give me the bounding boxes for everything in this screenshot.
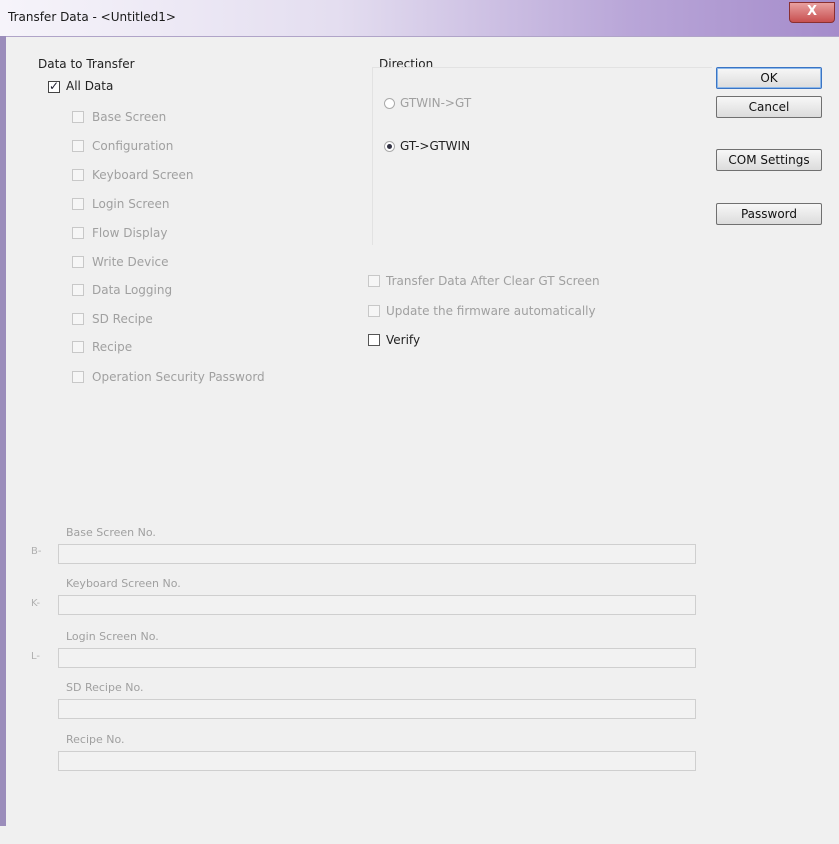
keyboard-screen-no-label: Keyboard Screen No. [66, 577, 181, 590]
update-firmware-label: Update the firmware automatically [386, 304, 596, 318]
gt-to-gtwin-radio[interactable] [384, 141, 395, 152]
verify-label: Verify [386, 333, 421, 347]
sd-recipe-checkbox[interactable] [72, 313, 84, 325]
flow-display-checkbox[interactable] [72, 227, 84, 239]
login-screen-no-label: Login Screen No. [66, 630, 159, 643]
base-screen-no-label: Base Screen No. [66, 526, 156, 539]
base-screen-checkbox[interactable] [72, 111, 84, 123]
base-screen-no-field[interactable] [58, 544, 696, 564]
login-screen-no-field[interactable] [58, 648, 696, 668]
recipe-no-label: Recipe No. [66, 733, 125, 746]
sd-recipe-label: SD Recipe [92, 312, 153, 326]
direction-label: Direction [379, 57, 434, 71]
direction-group-border [372, 67, 373, 245]
gtwin-to-gt-label: GTWIN->GT [400, 96, 472, 110]
login-screen-label: Login Screen [92, 197, 170, 211]
sd-recipe-no-field[interactable] [58, 699, 696, 719]
update-firmware-checkbox[interactable] [368, 305, 380, 317]
gt-to-gtwin-label: GT->GTWIN [400, 139, 471, 153]
dialog-client-area: Data to Transfer All Data Base Screen Co… [6, 37, 839, 827]
recipe-label: Recipe [92, 340, 133, 354]
configuration-checkbox[interactable] [72, 140, 84, 152]
clear-screen-label: Transfer Data After Clear GT Screen [386, 274, 600, 288]
direction-group-top-border [372, 67, 712, 68]
com-settings-button[interactable]: COM Settings [716, 149, 822, 171]
close-button[interactable]: X [789, 2, 835, 23]
password-button[interactable]: Password [716, 203, 822, 225]
keyboard-screen-prefix: K- [31, 598, 41, 609]
keyboard-screen-checkbox[interactable] [72, 169, 84, 181]
gtwin-to-gt-radio[interactable] [384, 98, 395, 109]
configuration-label: Configuration [92, 139, 174, 153]
data-logging-label: Data Logging [92, 283, 173, 297]
verify-checkbox[interactable] [368, 334, 380, 346]
data-logging-checkbox[interactable] [72, 284, 84, 296]
cancel-button[interactable]: Cancel [716, 96, 822, 118]
clear-screen-checkbox[interactable] [368, 275, 380, 287]
all-data-checkbox[interactable] [48, 79, 60, 93]
write-device-checkbox[interactable] [72, 256, 84, 268]
sd-recipe-no-label: SD Recipe No. [66, 681, 144, 694]
transfer-data-dialog: Transfer Data - <Untitled1> X Data to Tr… [0, 0, 839, 844]
window-bottom-border [0, 826, 839, 844]
login-screen-prefix: L- [31, 651, 41, 662]
all-data-label: All Data [66, 79, 114, 93]
operation-security-password-label: Operation Security Password [92, 370, 265, 384]
title-bar[interactable]: Transfer Data - <Untitled1> X [0, 0, 839, 37]
keyboard-screen-label: Keyboard Screen [92, 168, 194, 182]
window-title: Transfer Data - <Untitled1> [8, 10, 176, 24]
base-screen-label: Base Screen [92, 110, 167, 124]
write-device-label: Write Device [92, 255, 169, 269]
keyboard-screen-no-field[interactable] [58, 595, 696, 615]
operation-security-password-checkbox[interactable] [72, 371, 84, 383]
ok-button[interactable]: OK [716, 67, 822, 89]
login-screen-checkbox[interactable] [72, 198, 84, 210]
recipe-no-field[interactable] [58, 751, 696, 771]
recipe-checkbox[interactable] [72, 341, 84, 353]
base-screen-prefix: B- [31, 546, 42, 557]
data-to-transfer-label: Data to Transfer [38, 57, 135, 71]
flow-display-label: Flow Display [92, 226, 168, 240]
